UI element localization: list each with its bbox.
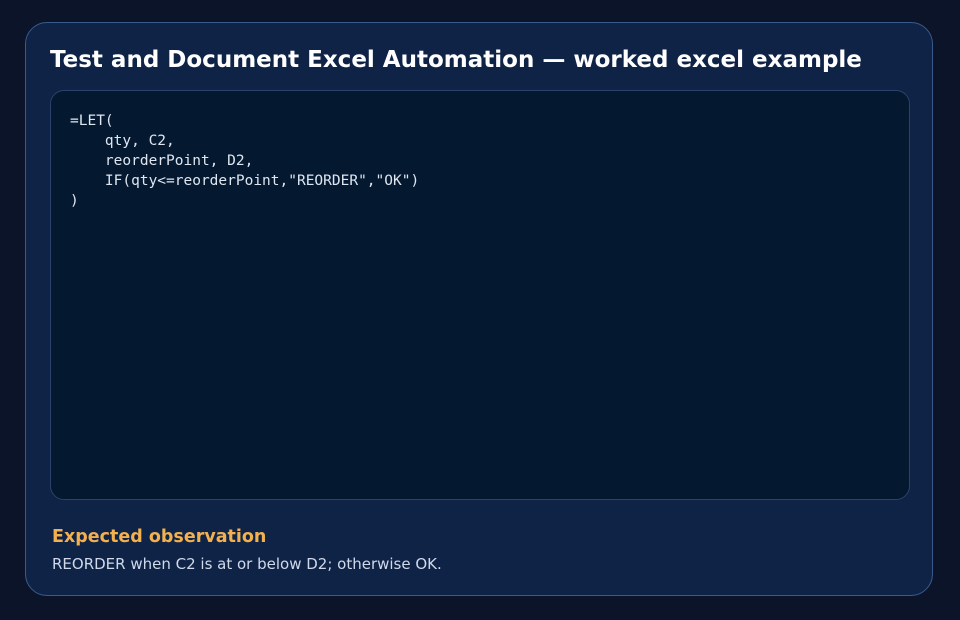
formula-code[interactable]: =LET( qty, C2, reorderPoint, D2, IF(qty<…	[70, 111, 419, 211]
observation-heading: Expected observation	[52, 527, 267, 547]
example-card: Test and Document Excel Automation — wor…	[25, 22, 933, 596]
observation-text: REORDER when C2 is at or below D2; other…	[52, 555, 442, 573]
code-block: =LET( qty, C2, reorderPoint, D2, IF(qty<…	[50, 90, 910, 500]
page-title: Test and Document Excel Automation — wor…	[50, 47, 862, 73]
